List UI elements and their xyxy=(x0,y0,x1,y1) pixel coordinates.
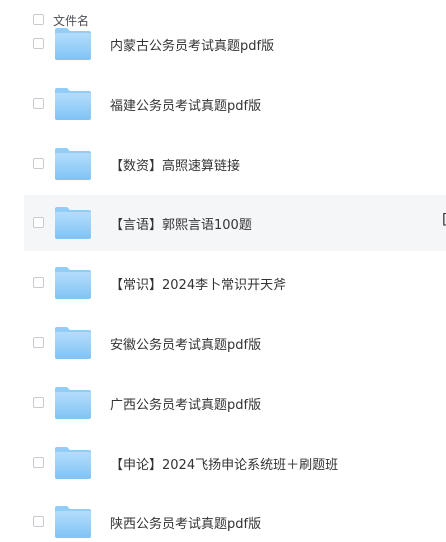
row-checkbox[interactable] xyxy=(33,217,44,228)
file-name[interactable]: 【常识】2024李卜常识开天斧 xyxy=(110,274,286,293)
file-name[interactable]: 【言语】郭熙言语100题 xyxy=(110,214,252,233)
file-row[interactable]: 广西公务员考试真题pdf版 xyxy=(24,375,446,431)
file-name[interactable]: 福建公务员考试真题pdf版 xyxy=(110,95,261,114)
row-checkbox[interactable] xyxy=(33,277,44,288)
folder-icon xyxy=(55,327,91,359)
row-checkbox[interactable] xyxy=(33,457,44,468)
folder-icon xyxy=(55,506,91,538)
row-checkbox[interactable] xyxy=(33,158,44,169)
folder-icon xyxy=(55,148,91,180)
row-checkbox[interactable] xyxy=(33,337,44,348)
file-name[interactable]: 广西公务员考试真题pdf版 xyxy=(110,394,261,413)
file-row[interactable]: 【常识】2024李卜常识开天斧 xyxy=(24,255,446,311)
file-row[interactable]: 【数资】高照速算链接 xyxy=(24,136,446,192)
folder-icon xyxy=(55,88,91,120)
file-name[interactable]: 【数资】高照速算链接 xyxy=(110,155,240,174)
file-row[interactable]: 福建公务员考试真题pdf版 xyxy=(24,76,446,132)
folder-icon xyxy=(55,447,91,479)
row-checkbox[interactable] xyxy=(33,38,44,49)
row-checkbox[interactable] xyxy=(33,397,44,408)
file-list: 文件名 内蒙古公务员考试真题pdf版 福建公务员考试真题pdf版 【数资】高照速… xyxy=(0,0,446,542)
file-name[interactable]: 【申论】2024飞扬申论系统班＋刷题班 xyxy=(110,454,338,473)
file-name[interactable]: 安徽公务员考试真题pdf版 xyxy=(110,334,261,353)
row-action-edge[interactable]: [ xyxy=(442,212,446,228)
file-row[interactable]: 内蒙古公务员考试真题pdf版 xyxy=(24,16,446,72)
folder-icon xyxy=(55,267,91,299)
folder-icon xyxy=(55,28,91,60)
folder-icon xyxy=(55,387,91,419)
file-name[interactable]: 内蒙古公务员考试真题pdf版 xyxy=(110,35,274,54)
row-checkbox[interactable] xyxy=(33,516,44,527)
folder-icon xyxy=(55,207,91,239)
file-row[interactable]: 【申论】2024飞扬申论系统班＋刷题班 xyxy=(24,435,446,491)
file-row[interactable]: 安徽公务员考试真题pdf版 xyxy=(24,315,446,371)
row-checkbox[interactable] xyxy=(33,98,44,109)
file-row[interactable]: 陕西公务员考试真题pdf版 xyxy=(24,494,446,542)
file-row-hovered[interactable]: 【言语】郭熙言语100题 [ xyxy=(24,195,446,251)
file-name[interactable]: 陕西公务员考试真题pdf版 xyxy=(110,513,261,532)
